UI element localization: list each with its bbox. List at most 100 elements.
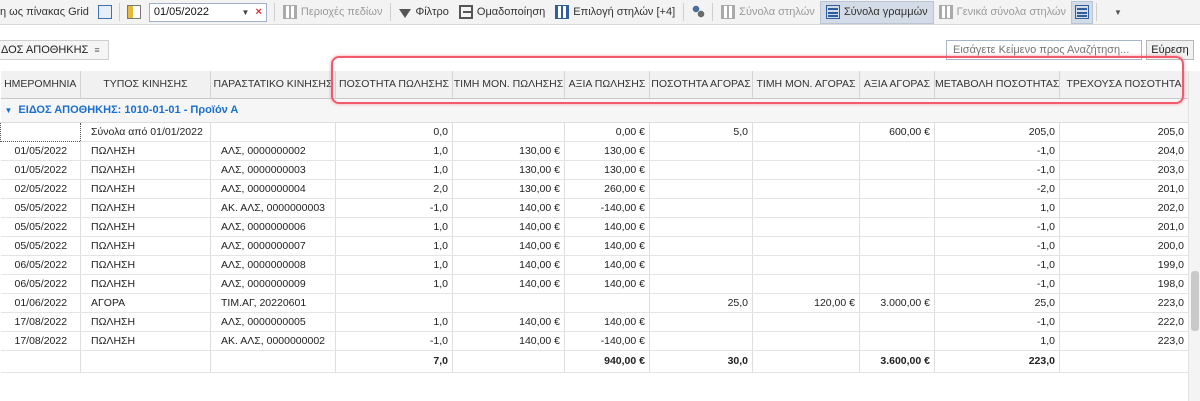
table-cell[interactable] [649,141,753,161]
table-cell[interactable] [649,217,753,237]
table-cell[interactable]: -1,0 [934,217,1060,237]
column-header[interactable]: ΜΕΤΑΒΟΛΗ ΠΟΣΟΤΗΤΑΣ [934,71,1060,99]
table-cell[interactable] [335,293,453,313]
column-header[interactable]: ΤΙΜΗ ΜΟΝ. ΑΓΟΡΑΣ [752,71,860,99]
table-cell[interactable]: ΠΩΛΗΣΗ [80,236,211,256]
row-totals-button[interactable]: Σύνολα γραμμών [819,0,934,24]
table-cell[interactable]: 1,0 [335,255,453,275]
table-cell[interactable] [452,122,565,142]
table-cell[interactable]: 130,00 € [452,160,565,180]
table-cell[interactable]: Σύνολα από 01/01/2022 [80,122,211,142]
table-cell[interactable]: ΠΩΛΗΣΗ [80,255,211,275]
table-cell[interactable]: 205,0 [1059,122,1189,142]
group-cell[interactable]: ▼ ΕΙΔΟΣ ΑΠΟΘΗΚΗΣ: 1010-01-01 - Προϊόν Α [0,98,1189,123]
column-totals-button[interactable]: Σύνολα στηλών [716,1,820,24]
table-cell[interactable]: 130,00 € [564,141,650,161]
chevron-down-icon[interactable]: ▼ [5,106,13,115]
table-cell[interactable] [752,312,860,332]
table-cell[interactable] [752,274,860,294]
list-view-button[interactable] [1071,0,1093,24]
grouped-field-chip[interactable]: ΔΟΣ ΑΠΟΘΗΚΗΣ ≡ [0,40,109,60]
table-cell[interactable]: 140,00 € [564,217,650,237]
table-cell[interactable]: ΠΩΛΗΣΗ [80,217,211,237]
table-cell[interactable]: ΑΛΣ, 0000000009 [210,274,336,294]
table-row[interactable]: 02/05/2022 ΠΩΛΗΣΗ ΑΛΣ, 0000000004 2,0 130,00… [0,179,1189,199]
table-cell[interactable] [859,179,935,199]
table-cell[interactable] [649,198,753,218]
table-cell[interactable]: 2,0 [335,179,453,199]
table-cell[interactable]: ΑΚ. ΑΛΣ, 0000000003 [210,198,336,218]
table-row[interactable]: 01/06/2022 ΑΓΟΡΑ ΤΙΜ.ΑΓ, 20220601 25,0 120,0… [0,293,1189,313]
table-cell[interactable]: ΑΛΣ, 0000000004 [210,179,336,199]
table-row[interactable]: Σύνολα από 01/01/2022 0,0 0,00 €5,0 600,00 … [0,121,1189,142]
table-cell[interactable] [752,331,860,351]
table-cell[interactable]: 140,00 € [452,274,565,294]
table-cell[interactable] [649,160,753,180]
table-cell[interactable] [752,179,860,199]
table-cell[interactable] [859,274,935,294]
table-cell[interactable] [859,141,935,161]
field-areas-button[interactable]: Περιοχές πεδίων [278,1,388,24]
table-cell[interactable]: -1,0 [934,141,1060,161]
table-cell[interactable]: 130,00 € [452,179,565,199]
general-totals-button[interactable]: Γενικά σύνολα στηλών [934,1,1071,24]
table-cell[interactable]: 0,0 [335,122,453,142]
table-cell[interactable] [752,160,860,180]
table-cell[interactable]: -1,0 [335,331,453,351]
table-cell[interactable]: -2,0 [934,179,1060,199]
filter-button[interactable]: Φίλτρο [394,1,453,24]
table-cell[interactable]: -1,0 [335,198,453,218]
table-cell[interactable]: ΠΩΛΗΣΗ [80,160,211,180]
scrollbar-thumb[interactable] [1191,271,1199,331]
table-cell[interactable] [564,293,650,313]
table-cell[interactable]: 120,00 € [752,293,860,313]
table-cell[interactable] [649,312,753,332]
chevron-down-icon[interactable]: ▼ [242,8,250,17]
table-cell[interactable]: 199,0 [1059,255,1189,275]
table-row[interactable]: 06/05/2022 ΠΩΛΗΣΗ ΑΛΣ, 0000000009 1,0 140,00… [0,274,1189,294]
table-cell[interactable] [649,274,753,294]
table-cell[interactable]: ΑΛΣ, 0000000002 [210,141,336,161]
table-cell[interactable] [752,198,860,218]
table-cell[interactable]: 140,00 € [452,255,565,275]
table-cell[interactable]: 140,00 € [564,236,650,256]
search-button[interactable]: Εύρεση [1146,40,1194,60]
table-cell[interactable]: 205,0 [934,122,1060,142]
table-cell[interactable] [752,236,860,256]
table-cell[interactable]: 25,0 [649,293,753,313]
column-header[interactable]: ΗΜΕΡΟΜΗΝΙΑ [0,71,81,99]
table-cell[interactable]: 201,0 [1059,179,1189,199]
table-cell[interactable]: 1,0 [335,274,453,294]
table-row[interactable]: 01/05/2022 ΠΩΛΗΣΗ ΑΛΣ, 0000000003 1,0 130,00… [0,160,1189,180]
table-cell[interactable]: ΑΛΣ, 0000000008 [210,255,336,275]
table-cell[interactable]: 05/05/2022 [0,236,81,256]
toolbar-overflow-button[interactable]: ▼ [1100,1,1136,24]
user-settings-icon[interactable] [691,5,706,19]
table-cell[interactable]: 223,0 [1059,293,1189,313]
table-cell[interactable]: -140,00 € [564,331,650,351]
table-row[interactable]: 05/05/2022 ΠΩΛΗΣΗ ΑΛΣ, 0000000007 1,0 140,00… [0,236,1189,256]
vertical-scrollbar[interactable] [1188,71,1200,401]
table-cell[interactable]: 17/08/2022 [0,331,81,351]
column-header[interactable]: ΤΡΕΧΟΥΣΑ ΠΟΣΟΤΗΤΑ [1059,71,1189,99]
table-cell[interactable]: 1,0 [335,160,453,180]
table-cell[interactable]: -1,0 [934,160,1060,180]
table-cell[interactable]: 1,0 [934,331,1060,351]
table-cell[interactable] [752,141,860,161]
table-cell[interactable]: 140,00 € [564,312,650,332]
table-cell[interactable]: ΠΩΛΗΣΗ [80,141,211,161]
search-input[interactable] [946,40,1142,60]
table-row[interactable]: 06/05/2022 ΠΩΛΗΣΗ ΑΛΣ, 0000000008 1,0 140,00… [0,255,1189,275]
table-cell[interactable]: ΑΓΟΡΑ [80,293,211,313]
table-cell[interactable]: 25,0 [934,293,1060,313]
column-header[interactable]: ΑΞΙΑ ΑΓΟΡΑΣ [859,71,935,99]
table-cell[interactable]: ΑΛΣ, 0000000006 [210,217,336,237]
table-cell[interactable]: ΠΩΛΗΣΗ [80,179,211,199]
table-cell[interactable]: -1,0 [934,236,1060,256]
table-cell[interactable]: 140,00 € [452,217,565,237]
table-cell[interactable]: ΤΙΜ.ΑΓ, 20220601 [210,293,336,313]
table-cell[interactable]: ΠΩΛΗΣΗ [80,198,211,218]
column-select-button[interactable]: Επιλογή στηλών [+4] [550,1,680,24]
table-cell[interactable]: 05/05/2022 [0,198,81,218]
table-cell[interactable]: 06/05/2022 [0,255,81,275]
